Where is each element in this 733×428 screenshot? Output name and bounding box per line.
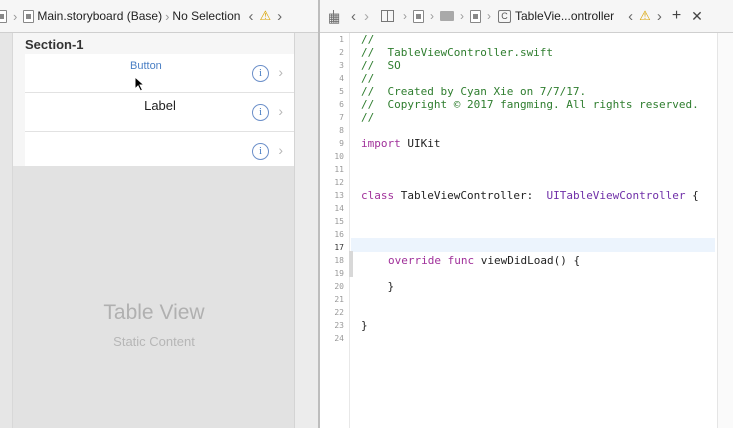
forward-arrow-icon[interactable]: ›	[364, 8, 369, 25]
jump-bar-editor-file[interactable]: TableVie...ontroller	[515, 9, 614, 23]
line-number: 8	[339, 126, 344, 135]
code-line-18: override func viewDidLoad() {	[388, 254, 580, 267]
line-number: 21	[334, 295, 344, 304]
folder-icon[interactable]	[440, 11, 454, 21]
chevron-right-icon: ›	[460, 9, 464, 23]
warning-icon[interactable]: ⚠	[639, 8, 651, 24]
chevron-left-icon[interactable]: ‹	[628, 8, 633, 25]
related-items-icon[interactable]: ▦	[328, 10, 341, 25]
canvas-scroll-gutter[interactable]	[294, 33, 318, 428]
code-line-9: import UIKit	[361, 137, 441, 150]
class-open-brace: {	[685, 189, 699, 202]
table-view-placeholder: Table View Static Content	[13, 166, 295, 428]
keyword-class: class	[361, 189, 395, 202]
code-line-6: // Copyright © 2017 fangming. All rights…	[361, 98, 699, 111]
chevron-right-icon: ›	[278, 64, 283, 80]
warning-icon[interactable]: ⚠	[259, 8, 271, 24]
code-line-2: // TableViewController.swift	[361, 46, 554, 59]
chevron-right-icon: ›	[430, 9, 434, 23]
code-line-3: // SO	[361, 59, 401, 72]
back-arrow-icon[interactable]: ‹	[351, 8, 356, 25]
info-icon[interactable]: i	[252, 143, 269, 160]
chevron-right-icon: ›	[278, 103, 283, 119]
table-cell-label[interactable]: Label i ›	[25, 93, 295, 132]
line-number: 15	[334, 217, 344, 226]
editor-scrollbar[interactable]	[717, 33, 733, 428]
chevron-right-nav-icon[interactable]: ›	[657, 8, 662, 25]
jump-bar-storyboard-file[interactable]: Main.storyboard (Base)	[37, 9, 162, 23]
code-line-20: }	[361, 280, 395, 293]
close-icon[interactable]: ✕	[691, 8, 703, 25]
code-line-5: // Created by Cyan Xie on 7/7/17.	[361, 85, 587, 98]
line-number: 4	[339, 74, 344, 83]
table-view-canvas[interactable]: Section-1 Button i › Label i › i › Table…	[12, 33, 295, 428]
change-bar	[349, 251, 353, 277]
code-line-1: //	[361, 33, 375, 46]
line-number: 24	[334, 334, 344, 343]
class-icon: C	[498, 9, 511, 23]
editor-jump-bar: ▦ ‹ › › › › › C TableVie...ontroller ‹ ⚠…	[320, 0, 733, 33]
line-number: 16	[334, 230, 344, 239]
info-icon[interactable]: i	[252, 104, 269, 121]
line-number: 14	[334, 204, 344, 213]
class-name: TableViewController:	[394, 189, 547, 202]
chevron-right-nav-icon[interactable]: ›	[277, 8, 282, 25]
placeholder-title: Table View	[103, 301, 205, 324]
code-line-7: //	[361, 111, 375, 124]
cell-button[interactable]: Button	[130, 60, 162, 72]
swift-file-icon[interactable]	[470, 9, 481, 23]
info-icon[interactable]: i	[252, 65, 269, 82]
table-cell-button[interactable]: Button i ›	[25, 54, 295, 93]
superclass-name: UITableViewController	[546, 189, 686, 202]
chevron-right-icon: ›	[403, 9, 407, 23]
method-signature: viewDidLoad() {	[474, 254, 581, 267]
storyboard-file-icon[interactable]	[0, 9, 7, 23]
line-number-current: 17	[334, 243, 344, 252]
keyword-override: override	[388, 254, 441, 267]
assistant-editor-icon[interactable]	[381, 10, 394, 22]
chevron-right-icon: ›	[165, 8, 170, 24]
line-number: 13	[334, 191, 344, 200]
add-editor-icon[interactable]: +	[672, 7, 681, 25]
storyboard-jump-bar: › Main.storyboard (Base) › No Selection …	[0, 0, 318, 33]
placeholder-subtitle: Static Content	[113, 334, 195, 349]
code-line-13: class TableViewController: UITableViewCo…	[361, 189, 699, 202]
line-number: 7	[339, 113, 344, 122]
code-line-4: //	[361, 72, 375, 85]
code-line-23: }	[361, 319, 368, 332]
chevron-right-icon: ›	[13, 8, 18, 24]
line-number: 2	[339, 48, 344, 57]
line-number: 12	[334, 178, 344, 187]
storyboard-doc-icon[interactable]	[23, 9, 35, 23]
line-number: 3	[339, 61, 344, 70]
xcode-window: › Main.storyboard (Base) › No Selection …	[0, 0, 733, 428]
line-number: 18	[334, 256, 344, 265]
keyword-func: func	[447, 254, 475, 267]
module-name: UIKit	[400, 137, 441, 150]
line-number-gutter[interactable]: 1 2 3 4 5 6 7 8 9 10 11 12 13 14 15 16 1…	[320, 33, 350, 428]
line-number: 20	[334, 282, 344, 291]
line-number: 10	[334, 152, 344, 161]
section-header: Section-1	[25, 37, 84, 52]
line-number: 5	[339, 87, 344, 96]
line-number: 9	[339, 139, 344, 148]
mouse-cursor-icon	[134, 76, 146, 92]
keyword-import: import	[361, 137, 401, 150]
chevron-left-icon[interactable]: ‹	[248, 8, 253, 25]
project-file-icon[interactable]	[413, 9, 424, 23]
code-editor-pane: ▦ ‹ › › › › › C TableVie...ontroller ‹ ⚠…	[320, 0, 733, 428]
line-number: 19	[334, 269, 344, 278]
line-number: 22	[334, 308, 344, 317]
line-number: 6	[339, 100, 344, 109]
line-number: 1	[339, 35, 344, 44]
storyboard-pane: › Main.storyboard (Base) › No Selection …	[0, 0, 318, 428]
jump-bar-selection[interactable]: No Selection	[172, 9, 240, 23]
line-number: 23	[334, 321, 344, 330]
chevron-right-icon: ›	[487, 9, 491, 23]
chevron-right-icon: ›	[278, 142, 283, 158]
line-number: 11	[334, 165, 344, 174]
source-code-area[interactable]: // // TableViewController.swift // SO //…	[361, 33, 733, 428]
